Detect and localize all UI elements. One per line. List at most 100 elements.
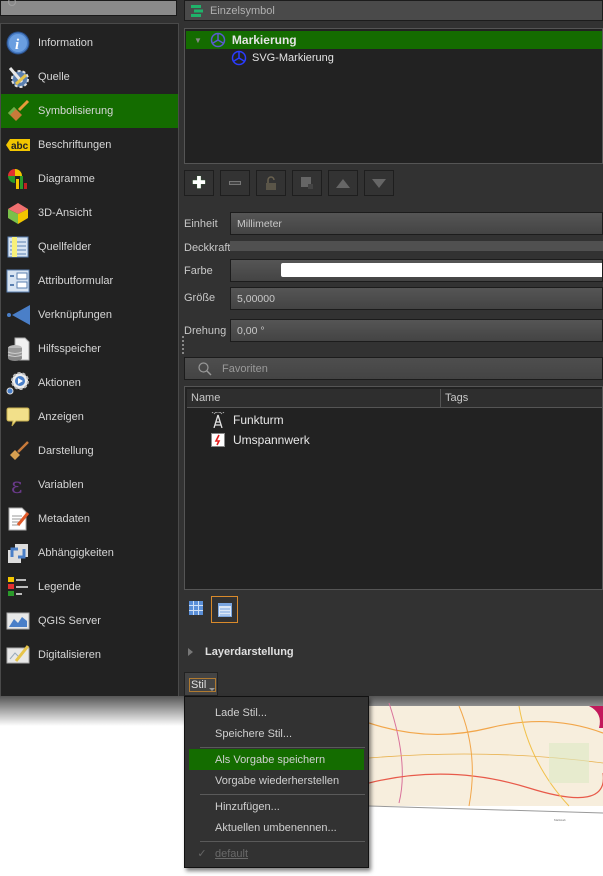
- sidebar-item-symbolisierung[interactable]: Symbolisierung: [1, 94, 178, 128]
- tree-row-svg-marker[interactable]: SVG-Markierung: [186, 49, 602, 67]
- abc-label-icon: abc: [5, 132, 31, 158]
- duplicate-layer-button[interactable]: [292, 170, 322, 196]
- sidebar-item-label: Hilfsspeicher: [38, 343, 101, 355]
- menu-item-style-default[interactable]: ✓ default: [189, 843, 364, 864]
- sidebar-item-diagramme[interactable]: Diagramme: [1, 162, 178, 196]
- layer-rendering-group[interactable]: Layerdarstellung: [188, 646, 294, 658]
- search-icon: [8, 0, 16, 6]
- sidebar-item-label: Attributformular: [38, 275, 114, 287]
- source-wrench-icon: [5, 64, 31, 90]
- sidebar-item-verknüpfungen[interactable]: Verknüpfungen: [1, 298, 178, 332]
- size-spinbox[interactable]: 5,00000: [230, 287, 603, 310]
- sidebar-item-metadaten[interactable]: Metadaten: [1, 502, 178, 536]
- sidebar-search-input[interactable]: [0, 0, 177, 16]
- size-label: Größe: [184, 292, 216, 304]
- color-label: Farbe: [184, 265, 213, 277]
- minus-icon: [229, 181, 241, 185]
- menu-item-save-style[interactable]: Speichere Stil...: [189, 723, 364, 744]
- list-item[interactable]: Umspannwerk: [211, 431, 310, 449]
- list-item-name: Funkturm: [233, 413, 284, 427]
- opacity-slider[interactable]: [230, 241, 603, 251]
- grid-view-icon: [189, 601, 203, 615]
- menu-item-load-style[interactable]: Lade Stil...: [189, 702, 364, 723]
- 3d-cube-icon: [5, 200, 31, 226]
- remove-symbol-layer-button[interactable]: [220, 170, 250, 196]
- sidebar-item-attributformular[interactable]: Attributformular: [1, 264, 178, 298]
- sidebar-item-3d-ansicht[interactable]: 3D-Ansicht: [1, 196, 178, 230]
- source-fields-icon: [5, 234, 31, 260]
- sidebar-item-label: Digitalisieren: [38, 649, 101, 661]
- rotation-label: Drehung: [184, 325, 227, 337]
- sidebar-item-quelle[interactable]: Quelle: [1, 60, 178, 94]
- symbol-layer-tree: ▼ Markierung SVG-Markierung: [184, 28, 603, 164]
- collapse-arrow-icon[interactable]: ▼: [194, 36, 202, 45]
- list-item[interactable]: Funkturm: [211, 411, 284, 429]
- marker-icon: [210, 32, 226, 48]
- single-symbol-icon: [191, 4, 203, 17]
- column-header-name[interactable]: Name: [191, 392, 220, 404]
- sidebar-item-abhängigkeiten[interactable]: Abhängigkeiten: [1, 536, 178, 570]
- favorites-placeholder: Favoriten: [222, 362, 268, 375]
- svg-text:abc: abc: [11, 141, 29, 152]
- menu-item-restore-default[interactable]: Vorgabe wiederherstellen: [189, 770, 364, 791]
- sidebar-item-label: Quelle: [38, 71, 70, 83]
- metadata-icon: [5, 506, 31, 532]
- sidebar-item-qgis-server[interactable]: QGIS Server: [1, 604, 178, 638]
- sidebar-item-label: Symbolisierung: [38, 105, 114, 117]
- duplicate-icon: [301, 177, 313, 189]
- list-view-icon: [217, 602, 232, 617]
- qgis-server-icon: [5, 608, 31, 634]
- rotation-spinbox[interactable]: 0,00 °: [230, 319, 603, 342]
- list-item-name: Umspannwerk: [233, 433, 310, 447]
- sidebar-item-label: Verknüpfungen: [38, 309, 113, 321]
- tree-label: Markierung: [231, 33, 297, 47]
- color-button[interactable]: [230, 259, 603, 282]
- map-canvas-preview: Maßstab: [369, 703, 603, 822]
- unit-select[interactable]: Millimeter: [230, 212, 603, 235]
- sidebar-item-label: Variablen: [38, 479, 84, 491]
- sidebar-item-hilfsspeicher[interactable]: Hilfsspeicher: [1, 332, 178, 366]
- style-button[interactable]: Stil: [184, 672, 218, 696]
- lock-layer-button[interactable]: [256, 170, 286, 196]
- move-down-button[interactable]: [364, 170, 394, 196]
- display-speech-bubble-icon: [5, 404, 31, 430]
- sidebar-item-label: Legende: [38, 581, 81, 593]
- icon-view-button[interactable]: [188, 600, 204, 616]
- favorites-search-input[interactable]: Favoriten: [184, 357, 603, 380]
- style-dropdown-menu: Lade Stil... Speichere Stil... Als Vorga…: [184, 696, 369, 868]
- sidebar-item-label: Aktionen: [38, 377, 81, 389]
- sidebar-item-variablen[interactable]: ε Variablen: [1, 468, 178, 502]
- sidebar-item-darstellung[interactable]: Darstellung: [1, 434, 178, 468]
- splitter-handle[interactable]: [182, 336, 184, 354]
- list-view-button[interactable]: [211, 596, 238, 623]
- dropdown-arrow-icon: [209, 688, 215, 691]
- sidebar-item-legende[interactable]: Legende: [1, 570, 178, 604]
- sidebar-item-label: Metadaten: [38, 513, 90, 525]
- add-symbol-layer-button[interactable]: ✚: [184, 170, 214, 196]
- sidebar-item-quellfelder[interactable]: Quellfelder: [1, 230, 178, 264]
- renderer-selector[interactable]: Einzelsymbol: [184, 0, 603, 21]
- sidebar: i Information Quelle Symbolisierung abc Besch…: [0, 23, 179, 697]
- sidebar-item-aktionen[interactable]: Aktionen: [1, 366, 178, 400]
- menu-separator: [200, 794, 365, 795]
- tree-row-marker[interactable]: ▼ Markierung: [186, 31, 602, 49]
- arrow-down-icon: [372, 178, 386, 188]
- sidebar-item-beschriftungen[interactable]: abc Beschriftungen: [1, 128, 178, 162]
- sidebar-item-label: Beschriftungen: [38, 139, 112, 151]
- substation-lightning-icon: [211, 433, 225, 447]
- menu-item-rename-current[interactable]: Aktuellen umbenennen...: [189, 817, 364, 838]
- column-header-tags[interactable]: Tags: [445, 392, 468, 404]
- menu-item-save-as-default[interactable]: Als Vorgabe speichern: [189, 749, 364, 770]
- legend-icon: [5, 574, 31, 600]
- sidebar-item-information[interactable]: i Information: [1, 26, 178, 60]
- sidebar-item-digitalisieren[interactable]: Digitalisieren: [1, 638, 178, 672]
- digitizing-icon: [5, 642, 31, 668]
- sidebar-item-label: Darstellung: [38, 445, 94, 457]
- menu-item-add[interactable]: Hinzufügen...: [189, 796, 364, 817]
- sidebar-item-anzeigen[interactable]: Anzeigen: [1, 400, 178, 434]
- joins-icon: [5, 302, 31, 328]
- auxiliary-storage-icon: [5, 336, 31, 362]
- list-header: Name Tags: [187, 389, 602, 408]
- menu-separator: [200, 841, 365, 842]
- move-up-button[interactable]: [328, 170, 358, 196]
